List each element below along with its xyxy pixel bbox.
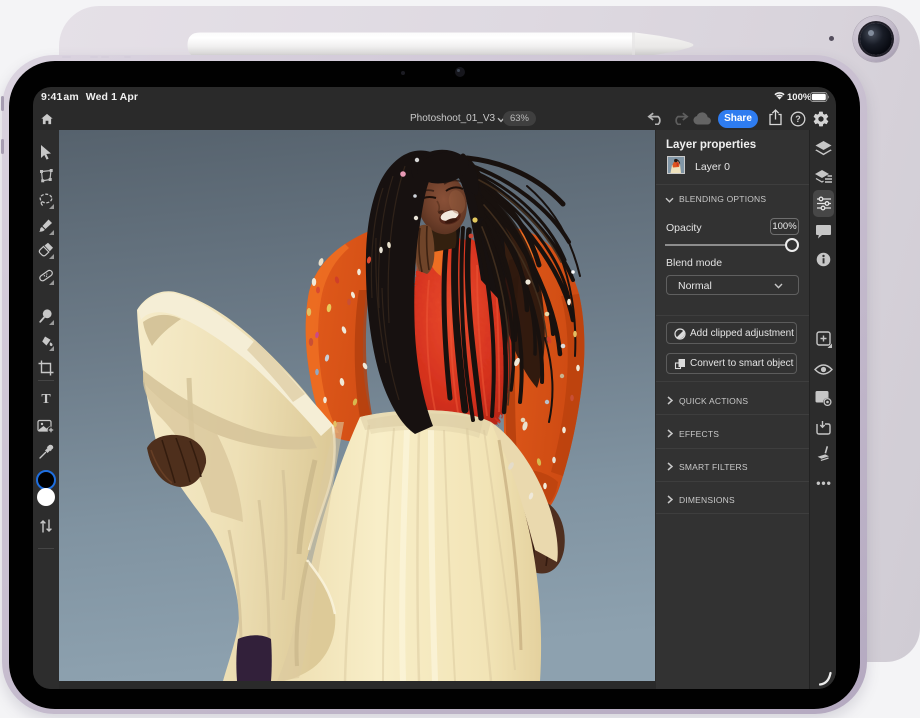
svg-text:?: ? [795, 114, 801, 124]
